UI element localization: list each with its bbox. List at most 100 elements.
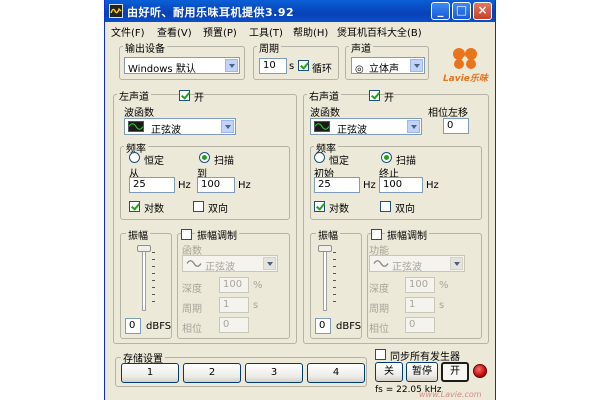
left-log-checkbox[interactable] — [129, 201, 140, 212]
left-from-input[interactable]: 25 — [129, 177, 175, 193]
left-wave-label: 波函数 — [124, 108, 154, 119]
right-am-depth-label: 深度 — [369, 284, 389, 295]
left-amplitude-unit: dBFS — [146, 321, 172, 332]
off-button[interactable]: 关 — [375, 362, 403, 382]
right-am-period-unit: s — [439, 300, 445, 311]
stereo-icon: ◎ — [355, 64, 364, 74]
on-button[interactable]: 开 — [441, 362, 469, 382]
close-button[interactable]: × — [473, 2, 492, 20]
loop-checkbox[interactable] — [298, 60, 309, 71]
right-fixed-radio[interactable] — [314, 152, 325, 163]
pause-button[interactable]: 暂停 — [406, 362, 438, 382]
left-am-depth-unit: % — [253, 280, 263, 291]
left-log-label: 对数 — [144, 204, 164, 215]
right-log-label: 对数 — [329, 204, 349, 215]
right-amplitude-slider-track[interactable] — [323, 247, 327, 311]
status-indicator-icon — [473, 364, 487, 378]
left-wave-select[interactable]: 正弦波 — [124, 118, 236, 135]
left-am-func-select[interactable]: 正弦波 — [182, 255, 278, 272]
maximize-button[interactable]: □ — [452, 2, 471, 20]
logo-text: Lavie乐味 — [443, 74, 488, 84]
right-sweep-radio[interactable] — [381, 152, 392, 163]
output-device-label: 输出设备 — [123, 40, 167, 55]
channel-value: 立体声 — [369, 64, 399, 74]
right-amplitude-slider-thumb[interactable] — [318, 245, 332, 252]
chevron-down-icon — [263, 257, 276, 270]
left-am-period-label: 周期 — [182, 304, 202, 315]
left-fixed-label: 恒定 — [144, 156, 164, 167]
left-sweep-label: 扫描 — [214, 156, 234, 167]
left-am-func-value: 正弦波 — [205, 262, 235, 272]
right-enabled-checkbox[interactable] — [369, 90, 380, 101]
left-amplitude-slider-track[interactable] — [142, 247, 146, 311]
right-to-unit: Hz — [426, 180, 439, 191]
right-am-func-value: 正弦波 — [392, 262, 422, 272]
loop-label: 循环 — [312, 64, 332, 75]
left-am-period-input[interactable]: 1 — [219, 297, 249, 313]
menu-help[interactable]: 帮助(H) — [293, 24, 328, 39]
left-sweep-radio[interactable] — [199, 152, 210, 163]
right-amplitude-label: 振幅 — [316, 227, 340, 242]
right-phase-label: 相位左移 — [428, 108, 468, 119]
right-am-checkbox[interactable] — [371, 229, 382, 240]
left-am-checkbox[interactable] — [181, 229, 192, 240]
left-to-input[interactable]: 100 — [197, 177, 235, 193]
left-channel-title: 左声道 — [117, 88, 151, 103]
left-am-depth-label: 深度 — [182, 284, 202, 295]
storage-slot-3-button[interactable]: 3 — [245, 363, 303, 383]
left-am-depth-input[interactable]: 100 — [219, 277, 249, 293]
left-am-label: 振幅调制 — [195, 227, 239, 242]
right-from-unit: Hz — [363, 180, 376, 191]
right-to-input[interactable]: 100 — [379, 177, 423, 193]
sine-wave-icon — [186, 258, 202, 269]
storage-slot-2-button[interactable]: 2 — [183, 363, 241, 383]
window-title: 由好听、耐用乐味耳机提供3.92 — [127, 6, 295, 19]
right-channel-title: 右声道 — [307, 88, 341, 103]
right-amplitude-unit: dBFS — [336, 321, 362, 332]
title-bar[interactable]: 由好听、耐用乐味耳机提供3.92 _ □ × — [105, 0, 495, 22]
right-am-period-label: 周期 — [369, 304, 389, 315]
sync-generators-checkbox[interactable] — [375, 349, 386, 360]
left-fixed-radio[interactable] — [129, 152, 140, 163]
output-device-value: Windows 默认 — [128, 64, 196, 74]
minimize-button[interactable]: _ — [431, 2, 450, 20]
storage-slot-1-button[interactable]: 1 — [121, 363, 179, 383]
right-enabled-label: 开 — [384, 93, 394, 104]
right-am-phase-label: 相位 — [369, 324, 389, 335]
right-am-period-input[interactable]: 1 — [405, 297, 435, 313]
menu-tools[interactable]: 工具(T) — [249, 24, 283, 39]
channel-select[interactable]: ◎ 立体声 — [351, 57, 425, 74]
period-unit: s — [289, 61, 295, 72]
menu-file[interactable]: 文件(F) — [111, 24, 145, 39]
left-am-period-unit: s — [253, 300, 259, 311]
right-wave-select[interactable]: 正弦波 — [310, 118, 422, 135]
left-amplitude-label: 振幅 — [126, 227, 150, 242]
right-amplitude-input[interactable]: 0 — [315, 318, 331, 334]
chevron-down-icon — [410, 59, 423, 72]
output-device-select[interactable]: Windows 默认 — [124, 57, 240, 74]
period-input[interactable]: 10 — [259, 58, 287, 74]
right-phase-input[interactable]: 0 — [443, 118, 469, 134]
menu-bar: 文件(F) 查看(V) 预置(P) 工具(T) 帮助(H) 煲耳机百科大全(B) — [105, 22, 495, 39]
menu-view[interactable]: 查看(V) — [157, 24, 192, 39]
right-wave-label: 波函数 — [310, 108, 340, 119]
right-bidir-checkbox[interactable] — [380, 201, 391, 212]
storage-slot-4-button[interactable]: 4 — [307, 363, 365, 383]
right-log-checkbox[interactable] — [314, 201, 325, 212]
right-am-func-select[interactable]: 正弦波 — [369, 255, 465, 272]
right-am-phase-input[interactable]: 0 — [405, 317, 435, 333]
right-from-input[interactable]: 25 — [314, 177, 360, 193]
left-amplitude-input[interactable]: 0 — [125, 318, 141, 334]
sine-wave-icon — [314, 121, 330, 132]
chevron-down-icon — [225, 59, 238, 72]
menu-encyclopedia[interactable]: 煲耳机百科大全(B) — [337, 24, 422, 39]
menu-presets[interactable]: 预置(P) — [203, 24, 237, 39]
left-bidir-checkbox[interactable] — [193, 201, 204, 212]
left-am-phase-label: 相位 — [182, 324, 202, 335]
left-wave-value: 正弦波 — [151, 125, 181, 135]
left-am-phase-input[interactable]: 0 — [219, 317, 249, 333]
left-amplitude-slider-thumb[interactable] — [137, 245, 151, 252]
right-am-label: 振幅调制 — [385, 227, 429, 242]
right-am-depth-input[interactable]: 100 — [405, 277, 435, 293]
left-enabled-checkbox[interactable] — [179, 90, 190, 101]
